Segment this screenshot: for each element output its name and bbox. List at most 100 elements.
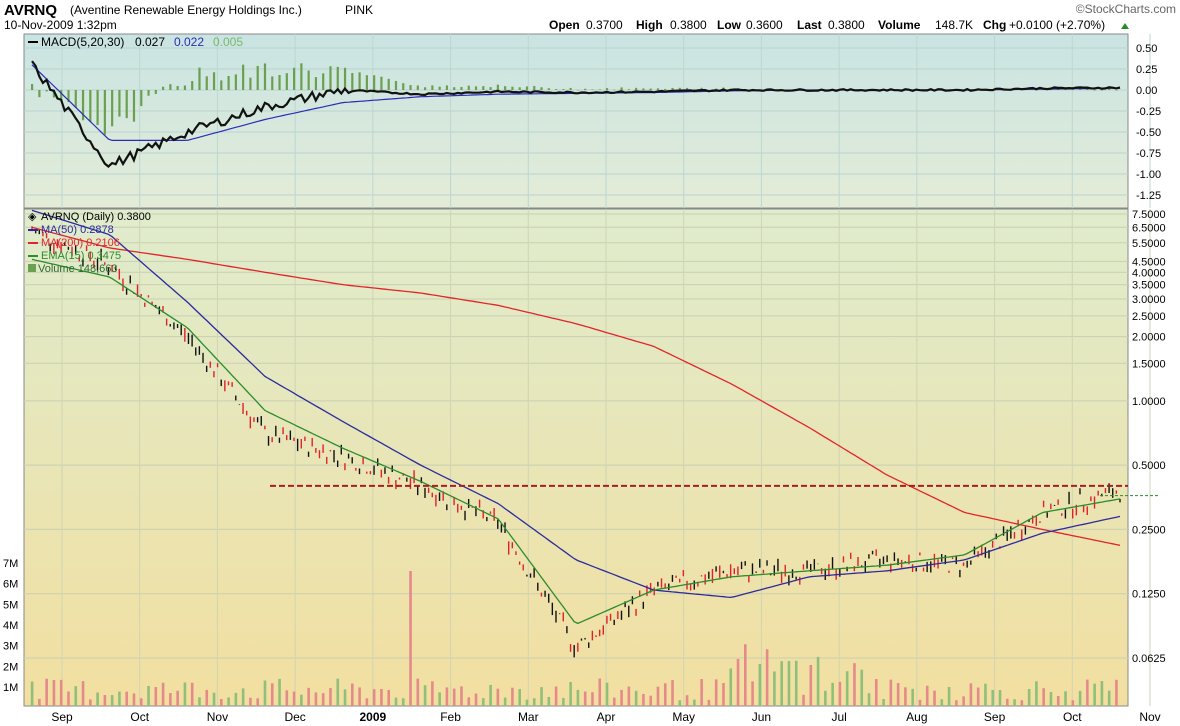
volume-tick-label: 2M xyxy=(3,661,18,673)
volume-bar xyxy=(933,690,936,706)
volume-bar xyxy=(460,686,463,706)
volume-bar xyxy=(685,695,689,706)
quote-bar: Open 0.3700 High 0.3800 Low 0.3600 Last … xyxy=(549,18,1129,32)
x-tick-label: Nov xyxy=(207,710,228,724)
volume-bar xyxy=(314,692,318,706)
volume-bar xyxy=(125,691,129,706)
volume-bar xyxy=(787,661,791,706)
histogram-bar xyxy=(569,87,572,90)
volume-bar xyxy=(409,571,412,706)
volume-bar xyxy=(1035,681,1038,706)
macd-panel xyxy=(23,33,1129,209)
histogram-bar xyxy=(183,85,187,90)
macd-tick-label: 0.50 xyxy=(1136,43,1157,55)
volume-bar xyxy=(576,689,580,706)
histogram-bar xyxy=(504,86,507,90)
volume-bar xyxy=(38,698,41,706)
histogram-bar xyxy=(249,77,252,90)
chart-canvas: AVRNQ (Aventine Renewable Energy Holding… xyxy=(3,2,1176,724)
histogram-bar xyxy=(511,86,514,90)
high-value: 0.3800 xyxy=(670,18,707,32)
volume-bar xyxy=(212,692,216,706)
volume-bar xyxy=(955,700,958,706)
volume-bar xyxy=(765,649,769,706)
volume-bar xyxy=(642,693,645,706)
open-value: 0.3700 xyxy=(586,18,623,32)
histogram-bar xyxy=(89,90,92,122)
volume-bar xyxy=(947,686,951,706)
watermark: ©StockCharts.com xyxy=(1076,2,1176,16)
legend-symbol: AVRNQ (Daily) 0.3800 xyxy=(41,211,151,223)
volume-bar xyxy=(45,678,48,706)
volume-bar xyxy=(962,696,965,706)
volume-bar xyxy=(278,678,281,706)
volume-bar xyxy=(875,679,878,706)
histogram-bar xyxy=(212,72,216,90)
volume-bar xyxy=(110,695,114,706)
histogram-bar xyxy=(496,84,499,90)
histogram-bar xyxy=(103,90,106,135)
x-axis: Sep Oct Nov Dec 2009 Feb Mar Apr May Jun Jul Aug Sep… xyxy=(51,710,1160,724)
histogram-bar xyxy=(489,87,492,90)
histogram-bar xyxy=(584,88,587,90)
histogram-bar xyxy=(635,87,638,90)
histogram-bar xyxy=(554,89,558,90)
histogram-bar xyxy=(613,89,616,91)
x-tick-label: Nov xyxy=(1139,710,1160,724)
volume-bar xyxy=(343,689,347,706)
volume-bar xyxy=(103,695,107,706)
histogram-bar xyxy=(314,77,318,90)
volume-bar xyxy=(547,696,551,706)
histogram-bar xyxy=(423,87,427,90)
volume-axis: 7M 6M 5M 4M 3M 2M 1M xyxy=(3,558,18,694)
volume-bar xyxy=(1115,679,1118,706)
price-tick-label: 0.5000 xyxy=(1132,460,1166,472)
volume-bar xyxy=(234,692,238,706)
volume-bar xyxy=(81,681,85,706)
legend-ohlc-icon: ◈ xyxy=(28,211,37,223)
volume-value: 148.7K xyxy=(935,18,973,32)
histogram-bar xyxy=(161,86,165,90)
volume-bar xyxy=(838,681,842,706)
macd-axis: 0.50 0.25 0.00 -0.25 -0.50 -0.75 -1.00 -1.25 xyxy=(1136,43,1161,202)
x-tick-label: Oct xyxy=(1063,710,1082,724)
volume-bar xyxy=(736,658,740,706)
volume-bar xyxy=(256,698,260,706)
histogram-bar xyxy=(358,72,361,90)
volume-bar xyxy=(518,689,521,706)
x-tick-label: Dec xyxy=(284,710,305,724)
legend-volume-swatch xyxy=(28,264,36,272)
macd-legend-value: 0.027 xyxy=(135,35,165,49)
histogram-bar xyxy=(482,86,485,90)
volume-tick-label: 4M xyxy=(3,620,18,632)
volume-bar xyxy=(482,698,485,706)
signal-legend-value: 0.022 xyxy=(174,35,204,49)
histogram-bar xyxy=(45,90,48,92)
x-tick-label: Aug xyxy=(906,710,927,724)
volume-bar xyxy=(940,699,944,706)
volume-bar xyxy=(372,689,376,706)
histogram-bar xyxy=(562,89,565,90)
histogram-bar xyxy=(278,74,281,90)
volume-bar xyxy=(809,664,813,706)
x-tick-label: Jun xyxy=(752,710,771,724)
volume-bar xyxy=(139,698,143,706)
volume-bar xyxy=(416,678,420,706)
volume-bar xyxy=(300,694,303,706)
volume-bar xyxy=(969,683,973,706)
volume-bar xyxy=(1064,691,1067,706)
volume-bar xyxy=(511,687,514,706)
histogram-bar xyxy=(540,87,543,90)
histogram-bar xyxy=(307,70,310,90)
histogram-bar xyxy=(467,85,470,90)
volume-bar xyxy=(96,692,99,706)
histogram-bar xyxy=(31,84,34,90)
high-label: High xyxy=(636,18,663,32)
price-tick-label: 5.5000 xyxy=(1132,238,1166,250)
histogram-bar xyxy=(1100,90,1104,91)
volume-bar xyxy=(445,687,449,706)
price-tick-label: 6.5000 xyxy=(1132,222,1166,234)
macd-tick-label: -1.00 xyxy=(1136,169,1161,181)
volume-bar xyxy=(605,682,609,706)
chg-label: Chg xyxy=(983,18,1006,32)
